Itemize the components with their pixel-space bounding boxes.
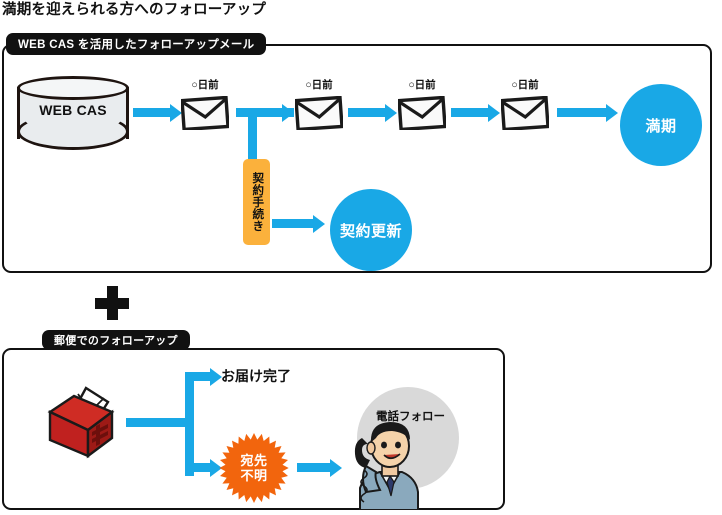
arrow-to-unknown-address bbox=[185, 463, 211, 472]
arrow-mail-2-to-mail-3 bbox=[348, 108, 386, 117]
arrow-procedure-to-renewal bbox=[272, 219, 314, 228]
contract-procedure-label: 契約手続き bbox=[251, 172, 264, 232]
arrow-to-phone-follow bbox=[297, 463, 331, 472]
envelope-icon-2: ○日前 bbox=[295, 79, 343, 130]
envelope-icon-4: ○日前 bbox=[501, 79, 549, 130]
maturity-circle: 満期 bbox=[620, 84, 702, 166]
unknown-address-label-line-1: 宛先 bbox=[240, 453, 268, 468]
arrow-to-delivered bbox=[185, 372, 211, 381]
arrow-mail-1-to-mail-2 bbox=[236, 108, 283, 117]
page-title: 満期を迎えられる方へのフォローアップ bbox=[2, 2, 267, 18]
maturity-label: 満期 bbox=[645, 117, 677, 135]
database-label: WEB CAS bbox=[39, 102, 107, 118]
contract-procedure-box: 契約手続き bbox=[243, 159, 270, 245]
contract-renewal-label: 契約更新 bbox=[339, 222, 402, 240]
branch-down-segment bbox=[248, 108, 257, 166]
arrow-mail-3-to-mail-4 bbox=[451, 108, 489, 117]
envelope-icon-1: ○日前 bbox=[181, 79, 229, 130]
person-on-phone-icon bbox=[340, 414, 432, 511]
arrow-db-to-mail-1 bbox=[133, 108, 171, 117]
postal-branch-stem bbox=[126, 418, 194, 427]
mail-step-label-2: ○日前 bbox=[305, 79, 333, 91]
mail-followup-tab-label: WEB CAS を活用したフォローアップメール bbox=[6, 33, 267, 55]
delivery-complete-label: お届け完了 bbox=[221, 368, 291, 384]
arrow-mail-4-to-maturity bbox=[557, 108, 607, 117]
mail-step-label-1: ○日前 bbox=[191, 79, 219, 91]
plus-connector-icon bbox=[95, 286, 129, 320]
postal-branch-vertical bbox=[185, 376, 194, 476]
mailbox-icon bbox=[38, 382, 122, 460]
unknown-address-starburst: 宛先 不明 bbox=[218, 432, 290, 504]
unknown-address-label-line-2: 不明 bbox=[240, 468, 268, 483]
contract-renewal-circle: 契約更新 bbox=[330, 189, 412, 271]
mail-step-label-4: ○日前 bbox=[511, 79, 539, 91]
envelope-icon-3: ○日前 bbox=[398, 79, 446, 130]
postal-followup-tab-label: 郵便でのフォローアップ bbox=[42, 330, 190, 350]
mail-step-label-3: ○日前 bbox=[408, 79, 436, 91]
cylinder-database-icon: WEB CAS bbox=[17, 76, 129, 150]
